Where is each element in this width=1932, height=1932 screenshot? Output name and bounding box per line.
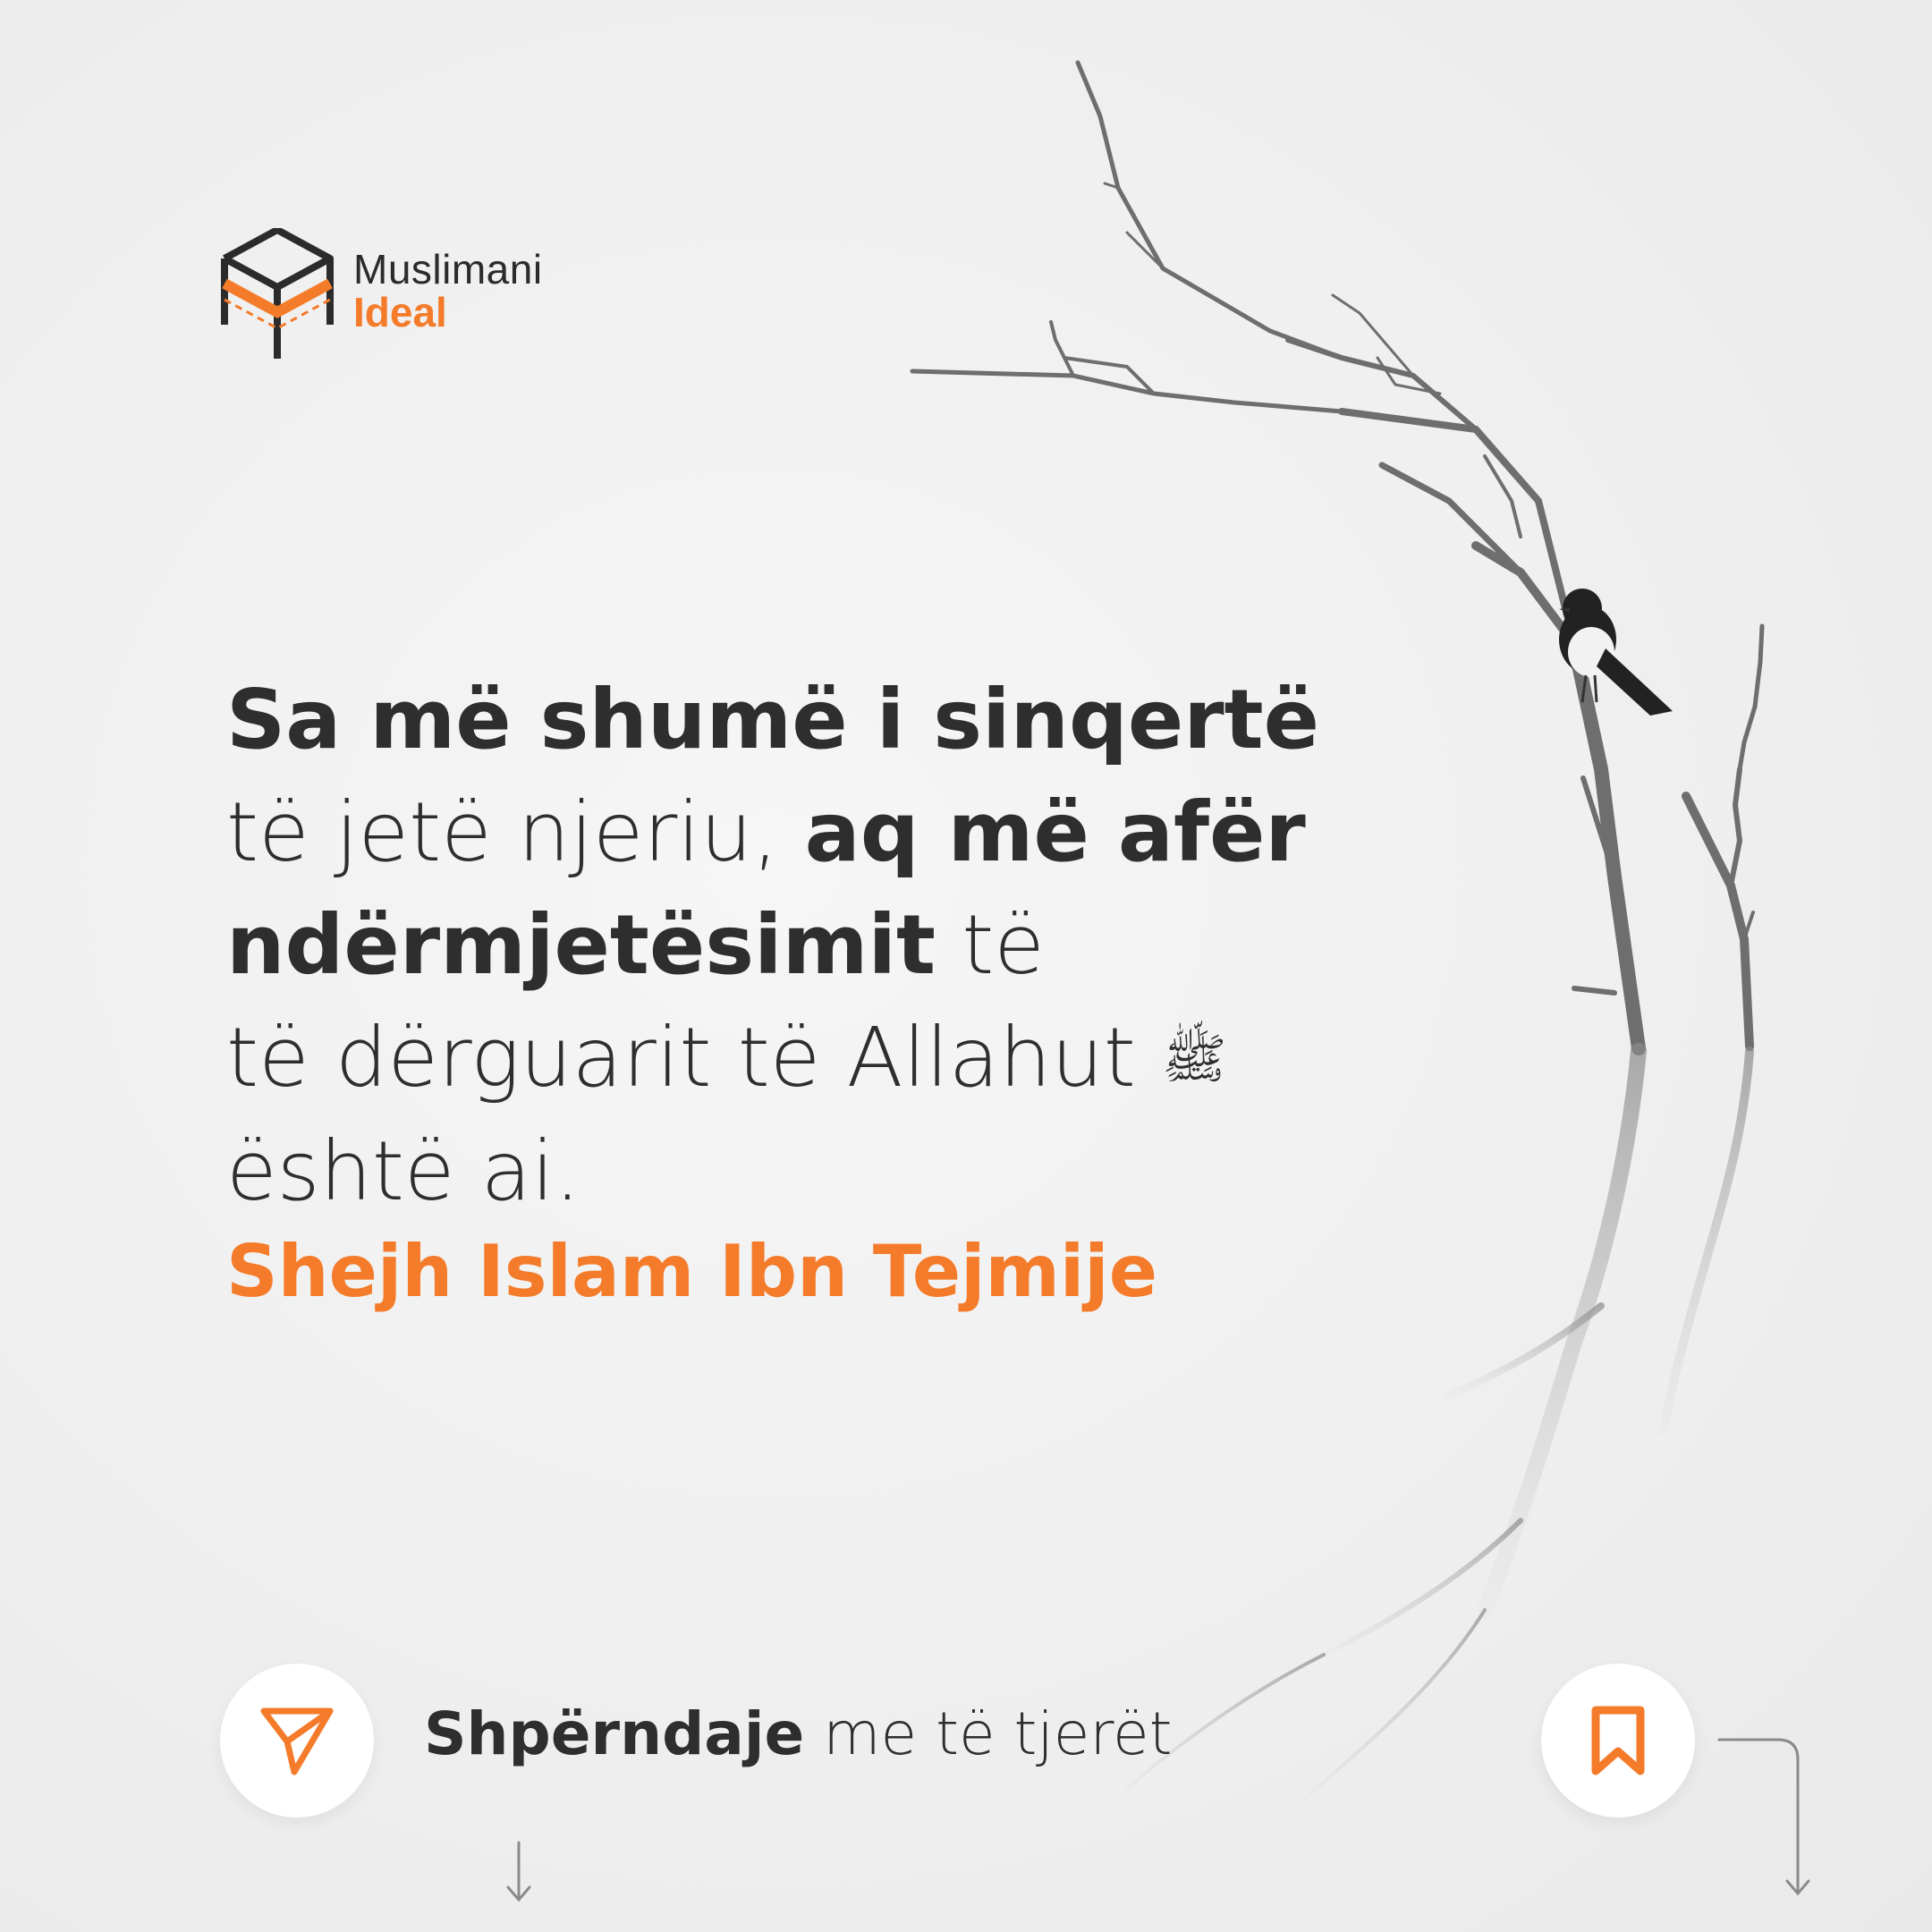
share-caption-regular: me të tjerët xyxy=(804,1699,1173,1768)
kaaba-logo-icon xyxy=(221,228,334,359)
quote-line3-regular: të xyxy=(935,897,1045,993)
brand-name-line1: Muslimani xyxy=(353,246,543,292)
corner-down-arrow-icon xyxy=(1717,1738,1810,1896)
brand-logo: Muslimani Ideal xyxy=(219,228,613,362)
save-button[interactable] xyxy=(1541,1664,1695,1818)
down-arrow-icon xyxy=(506,1841,531,1902)
quote-line3-bold: ndërmjetësimit xyxy=(226,897,936,993)
quote-line5: është ai. xyxy=(226,1123,580,1219)
send-icon xyxy=(260,1707,334,1775)
share-button[interactable] xyxy=(220,1664,374,1818)
quote-post: Muslimani Ideal Sa më shumë i sinqertë t… xyxy=(0,0,1932,1932)
brand-name-line2: Ideal xyxy=(353,289,447,335)
honorific-glyph: ﷺ xyxy=(1162,1028,1227,1090)
quote-author: Shejh Islam Ibn Tejmije xyxy=(226,1230,1157,1313)
share-caption: Shpërndaje me të tjerët xyxy=(424,1699,1173,1768)
quote-text: Sa më shumë i sinqertë të jetë njeriu, a… xyxy=(226,664,1353,1228)
bird xyxy=(1559,589,1673,716)
brand-name: Muslimani Ideal xyxy=(353,248,543,334)
quote-line2-bold: aq më afër xyxy=(804,784,1306,880)
quote-line2-regular: të jetë njeriu, xyxy=(226,784,805,880)
share-caption-bold: Shpërndaje xyxy=(424,1699,805,1768)
quote-line4: të dërguarit të Allahut xyxy=(226,1010,1136,1106)
bookmark-icon xyxy=(1591,1706,1645,1775)
quote-line1: Sa më shumë i sinqertë xyxy=(226,672,1320,767)
